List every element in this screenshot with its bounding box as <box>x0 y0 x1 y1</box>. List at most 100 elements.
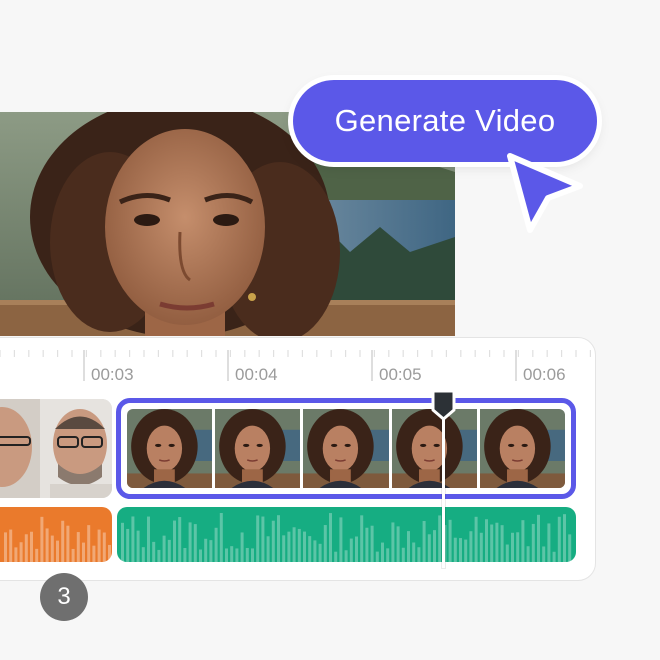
waveform-bar <box>178 517 182 562</box>
waveform-bar <box>412 542 416 562</box>
waveform-bar <box>469 531 473 562</box>
waveform-bar <box>557 516 561 562</box>
waveform-bar <box>381 542 384 562</box>
waveform-bar <box>87 525 91 562</box>
waveform-bar <box>266 536 270 562</box>
waveform-bar <box>56 540 59 562</box>
clip-frame <box>127 409 215 488</box>
waveform-bar <box>396 526 400 562</box>
waveform-bar <box>9 529 13 562</box>
waveform-bar <box>537 514 540 562</box>
clip-frames <box>127 409 565 488</box>
waveform-bar <box>417 547 421 562</box>
waveform-bar <box>433 530 436 562</box>
waveform-bar <box>251 548 254 562</box>
waveform-bar <box>500 525 504 562</box>
waveform-bar <box>4 532 7 562</box>
count-badge: 3 <box>40 573 88 621</box>
tick-label-0003: 00:03 <box>91 365 134 384</box>
waveform-bar <box>323 525 327 562</box>
clip-frame <box>213 409 303 488</box>
waveform-bar <box>141 547 145 562</box>
waveform-bar <box>61 520 65 562</box>
waveform-bar <box>225 548 228 562</box>
waveform-bar <box>261 516 265 562</box>
waveform-bar <box>71 548 75 562</box>
waveform-bar <box>162 535 166 562</box>
timeline-ruler[interactable] <box>0 337 600 387</box>
waveform-bar <box>24 534 28 562</box>
waveform-bar <box>339 517 343 562</box>
waveform-bar <box>552 551 556 562</box>
waveform-bar <box>318 543 322 562</box>
audio-waveform <box>121 513 572 562</box>
waveform-bar <box>464 539 468 562</box>
waveform-bar <box>92 545 96 562</box>
waveform-bar <box>375 551 379 562</box>
waveform-bar <box>427 534 431 562</box>
waveform-bar <box>40 516 44 562</box>
waveform-bar <box>563 514 566 562</box>
waveform-bar <box>391 522 395 562</box>
waveform-bar <box>76 532 80 562</box>
waveform-bar <box>479 532 483 562</box>
waveform-bar <box>505 544 509 562</box>
playhead-line[interactable] <box>442 410 445 568</box>
waveform-bar <box>511 532 514 562</box>
video-clip-selected[interactable] <box>116 398 576 499</box>
waveform-bar <box>230 546 234 562</box>
cursor-arrow-icon <box>507 153 583 233</box>
waveform-bar <box>344 550 348 562</box>
tick-label-0005: 00:05 <box>379 365 422 384</box>
waveform-bar <box>542 546 546 562</box>
waveform-bar <box>303 531 306 562</box>
waveform-bar <box>485 519 488 562</box>
playhead-handle-icon[interactable] <box>430 388 457 422</box>
waveform-bar <box>355 536 358 562</box>
waveform-bar <box>521 520 525 562</box>
waveform-bar <box>209 540 213 562</box>
waveform-bar <box>297 528 301 562</box>
waveform-bar <box>287 531 291 562</box>
audio-clip-selected[interactable] <box>117 507 576 562</box>
tick-label-0004: 00:04 <box>235 365 278 384</box>
waveform-bar <box>66 525 70 562</box>
waveform-bar <box>19 542 23 562</box>
waveform-bar <box>349 538 353 562</box>
waveform-bar <box>282 535 286 562</box>
waveform-bar <box>152 541 156 562</box>
waveform-bar <box>126 528 130 562</box>
waveform-bar <box>167 539 171 562</box>
tick-label-0006: 00:06 <box>523 365 566 384</box>
waveform-bar <box>147 516 150 562</box>
waveform-bar <box>531 523 535 562</box>
waveform-bar <box>271 520 275 562</box>
audio-clip-previous[interactable] <box>0 507 112 562</box>
waveform-bar <box>97 529 101 562</box>
waveform-bar <box>407 531 410 562</box>
waveform-bar <box>240 532 244 562</box>
waveform-bar <box>256 515 260 562</box>
waveform-bar <box>45 528 49 562</box>
waveform-bar <box>50 535 54 562</box>
waveform-bar <box>334 551 338 562</box>
waveform-bar <box>313 540 317 562</box>
waveform-bar <box>490 524 494 562</box>
waveform-bar <box>157 549 161 562</box>
waveform-bar <box>173 520 176 562</box>
waveform-bar <box>438 515 442 562</box>
waveform-bar <box>365 527 369 562</box>
waveform-bar <box>370 525 374 562</box>
waveform-bar <box>453 537 457 562</box>
waveform-bar <box>183 547 187 562</box>
waveform-bar <box>102 532 106 562</box>
clip-frame <box>477 409 565 488</box>
waveform-bar <box>422 520 426 562</box>
video-clip-previous[interactable] <box>0 399 112 498</box>
waveform-bar <box>204 538 208 562</box>
waveform-bar <box>474 516 478 562</box>
waveform-bar <box>277 515 280 562</box>
waveform-bar <box>30 531 33 562</box>
clip-frame <box>301 409 391 488</box>
waveform-bar <box>193 524 197 562</box>
